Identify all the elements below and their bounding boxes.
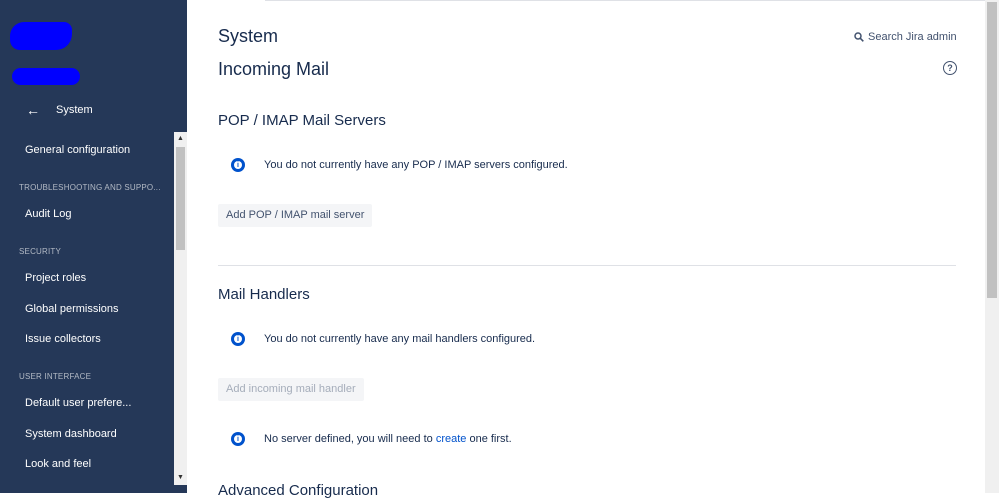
sidebar-item-issue-collectors[interactable]: Issue collectors [25,333,101,345]
breadcrumb[interactable]: System [218,26,278,47]
no-server-text-post: one first. [466,433,512,445]
pop-imap-message-text: You do not currently have any POP / IMAP… [264,159,568,171]
add-incoming-mail-handler-button[interactable]: Add incoming mail handler [218,378,364,401]
back-label: System [56,104,93,116]
page-title: Incoming Mail [218,59,330,79]
advanced-configuration-heading: Advanced Configuration [218,482,379,499]
sidebar: ← System General configuration TROUBLESH… [0,0,187,493]
sidebar-scrollbar-thumb[interactable] [176,147,185,250]
redacted-project-name [12,68,80,85]
mail-handlers-message-text: You do not currently have any mail handl… [264,333,536,345]
add-pop-imap-server-button[interactable]: Add POP / IMAP mail server [218,204,373,227]
section-divider [218,265,956,266]
help-icon[interactable]: ? [943,61,957,75]
mail-handlers-info-message: i You do not currently have any mail han… [231,332,535,346]
sidebar-heading-user-interface: USER INTERFACE [19,372,92,381]
search-icon [854,32,864,42]
sidebar-item-general-configuration[interactable]: General configuration [25,144,130,156]
pop-imap-info-message: i You do not currently have any POP / IM… [231,158,568,172]
scroll-down-icon[interactable]: ▼ [174,472,187,484]
arrow-left-icon: ← [26,102,40,118]
search-label: Search Jira admin [868,31,957,43]
sidebar-nav: General configuration TROUBLESHOOTING AN… [0,132,174,493]
sidebar-item-global-permissions[interactable]: Global permissions [25,303,119,315]
no-server-text-pre: No server defined, you will need to [264,433,436,445]
pop-imap-heading: POP / IMAP Mail Servers [218,112,386,129]
sidebar-item-audit-log[interactable]: Audit Log [25,208,71,220]
info-icon: i [231,158,245,172]
sidebar-heading-troubleshooting: TROUBLESHOOTING AND SUPPO... [19,183,161,192]
mail-handlers-heading: Mail Handlers [218,286,310,303]
back-to-system-link[interactable]: ← System [26,101,176,119]
info-icon: i [231,432,245,446]
search-jira-admin-link[interactable]: Search Jira admin [854,31,957,43]
sidebar-heading-security: SECURITY [19,247,62,256]
scroll-up-icon[interactable]: ▲ [174,133,187,145]
sidebar-item-project-roles[interactable]: Project roles [25,272,86,284]
sidebar-item-look-and-feel[interactable]: Look and feel [25,458,91,470]
create-server-link[interactable]: create [436,433,467,445]
no-server-info-message: i No server defined, you will need to cr… [231,432,512,446]
top-divider [265,0,985,1]
main-scrollbar-thumb[interactable] [987,2,997,298]
sidebar-item-system-dashboard[interactable]: System dashboard [25,428,117,440]
info-icon: i [231,332,245,346]
redacted-logo [10,22,72,50]
sidebar-item-default-user-preferences[interactable]: Default user prefere... [25,397,131,409]
no-server-message-text: No server defined, you will need to crea… [264,433,512,445]
